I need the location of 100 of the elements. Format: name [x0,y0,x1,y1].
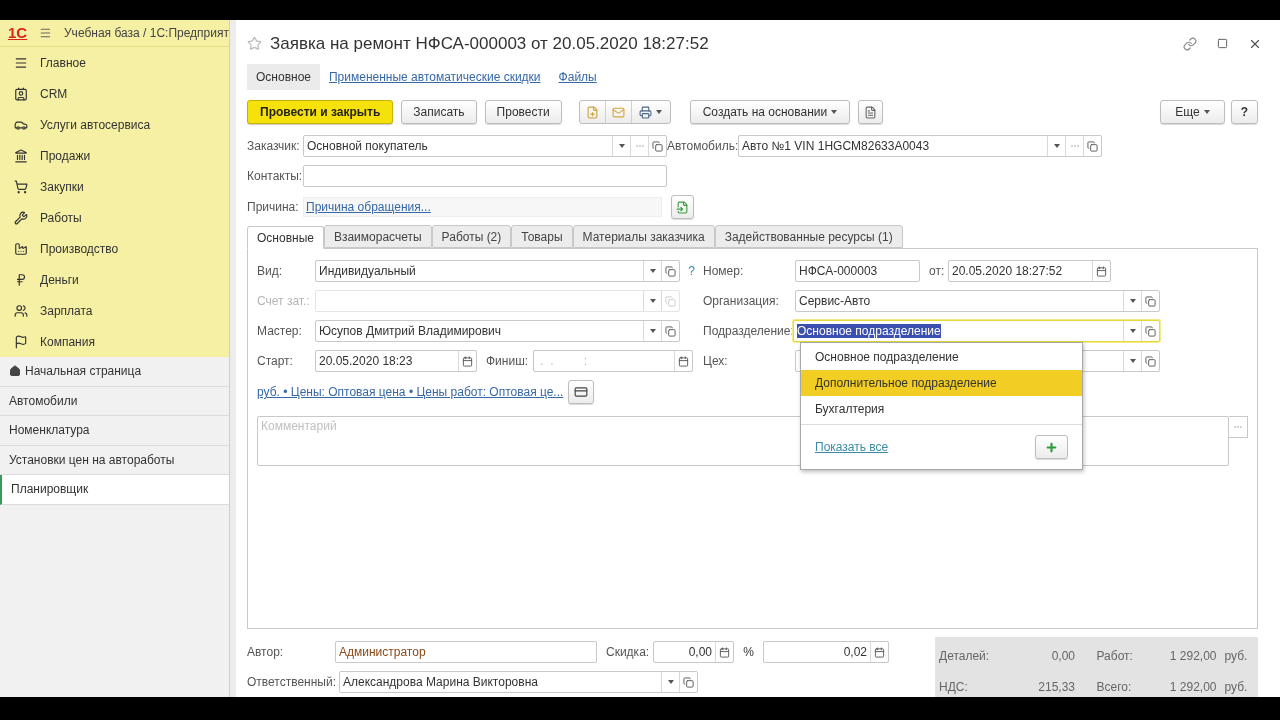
section-item[interactable]: CRM [0,78,229,109]
contacts-field[interactable] [303,165,667,188]
link-icon[interactable] [1183,36,1197,51]
dropdown-item[interactable]: Основное подразделение [801,344,1082,370]
field-label: Номер: [703,263,745,281]
section-item[interactable]: Деньги [0,264,229,295]
caret-icon [1203,110,1210,115]
nav-item[interactable]: Начальная страница [0,357,229,387]
field-label: Финиш: [486,353,530,371]
open-button[interactable] [1141,321,1159,342]
wrench-icon [14,210,28,225]
field-label: Счет зат.: [257,293,311,311]
toolbar-button[interactable]: Записать [401,100,477,125]
field-label: Организация: [703,293,780,311]
field-label: Цех: [703,353,729,371]
logo: 1С [8,22,28,43]
toolbar-button[interactable]: Провести [484,100,562,125]
type-field[interactable]: Индивидуальный [315,260,680,283]
total-value: 1 292,00 [1168,678,1217,696]
caret-icon [1053,144,1060,149]
form-tab[interactable]: Основное [247,63,320,90]
cart-icon [14,179,28,194]
total-label: НДС: [939,678,969,696]
organization-field[interactable]: Сервис-Авто [795,290,1160,313]
percent-sign: % [742,644,755,661]
field-label: от: [929,263,946,281]
open-button[interactable] [1141,291,1159,312]
nav-item[interactable]: Планировщик [0,475,229,505]
start-date-field[interactable]: 20.05.2020 18:23 [315,350,477,373]
tab[interactable]: Товары [511,225,573,249]
more-button[interactable]: Еще [1160,100,1225,125]
field-label: Ответственный: [247,674,338,691]
number-field[interactable]: НФСА-000003 [795,260,920,283]
ellipsis-icon [1070,145,1079,148]
create-based-on-button[interactable]: Создать на основании [689,100,851,125]
nav-item[interactable]: Автомобили [0,386,229,416]
open-icon [683,676,694,688]
open-button[interactable] [1141,351,1159,372]
form-tab[interactable]: Примененные автоматические скидки [320,63,550,90]
master-field[interactable]: Юсупов Дмитрий Владимирович [315,320,680,343]
total-value: 215,33 [1037,678,1075,696]
caret-icon [1129,359,1136,364]
dropdown-item[interactable]: Дополнительное подразделение [801,370,1082,396]
reason-picker-button[interactable] [671,195,694,220]
caret-icon [618,144,625,149]
nav-item[interactable]: Номенклатура [0,416,229,446]
caret-icon [649,329,656,334]
tab[interactable]: Задействованные ресурсы (1) [714,225,903,249]
open-icon [1145,295,1156,307]
post-and-close-button[interactable]: Провести и закрыть [247,100,394,125]
tab[interactable]: Основные [247,226,324,250]
total-value: 0,00 [1050,647,1075,665]
prices-link[interactable]: руб. • Цены: Оптовая цена • Цены работ: Оптовая це... [257,383,568,402]
form-tab[interactable]: Файлы [549,63,606,90]
favorite-star-icon[interactable] [247,36,262,52]
tab[interactable]: Материалы заказчика [572,225,715,249]
responsible-field[interactable]: Александрова Марина Викторовна [339,671,698,693]
printer-icon [639,106,653,119]
section-item[interactable]: Услуги автосервиса [0,109,229,140]
menu-icon[interactable] [39,26,52,40]
bank-icon [14,148,28,163]
discount-percent-field[interactable]: 0,02 [763,641,889,663]
section-item[interactable]: Зарплата [0,295,229,326]
total-label: Работ: [1096,647,1134,665]
author-field[interactable]: Администратор [335,641,597,663]
currency-label: руб. [1224,647,1248,665]
section-item[interactable]: Работы [0,202,229,233]
customer-field[interactable]: Основной покупатель [303,135,667,158]
open-button[interactable] [679,672,697,692]
open-button[interactable] [1083,136,1101,157]
department-field[interactable]: Основное подразделение [793,320,1160,343]
show-all-link[interactable]: Показать все [815,438,889,456]
section-item[interactable]: Производство [0,233,229,264]
discount-field[interactable]: 0,00 [653,641,734,663]
calendar-icon [678,355,689,367]
open-button[interactable] [648,136,666,157]
help-link[interactable]: ? [680,262,703,281]
caret-icon [649,299,656,304]
section-item[interactable]: Главное [0,47,229,78]
section-item[interactable]: Продажи [0,140,229,171]
caret-icon [831,110,838,115]
car-field[interactable]: Авто №1 VIN 1HGCM82633A0043 [738,135,1102,158]
people-icon [14,303,28,318]
section-item[interactable]: Закупки [0,171,229,202]
tab[interactable]: Работы (2) [431,225,512,249]
field-label: Контакты: [247,168,303,186]
open-button[interactable] [661,261,679,282]
maximize-icon[interactable] [1217,38,1228,50]
open-icon [1087,140,1098,152]
date-field[interactable]: 20.05.2020 18:27:52 [948,260,1111,283]
report-button[interactable] [858,100,884,125]
help-button[interactable]: ? [1230,100,1258,125]
section-item[interactable]: Компания [0,326,229,357]
open-icon [665,265,676,277]
tab[interactable]: Взаиморасчеты [323,225,432,249]
field-label: Подразделение: [703,323,793,341]
add-button[interactable] [1035,435,1068,459]
open-button[interactable] [661,321,679,342]
prices-button[interactable] [568,380,594,405]
document-arrow-icon [676,200,689,214]
